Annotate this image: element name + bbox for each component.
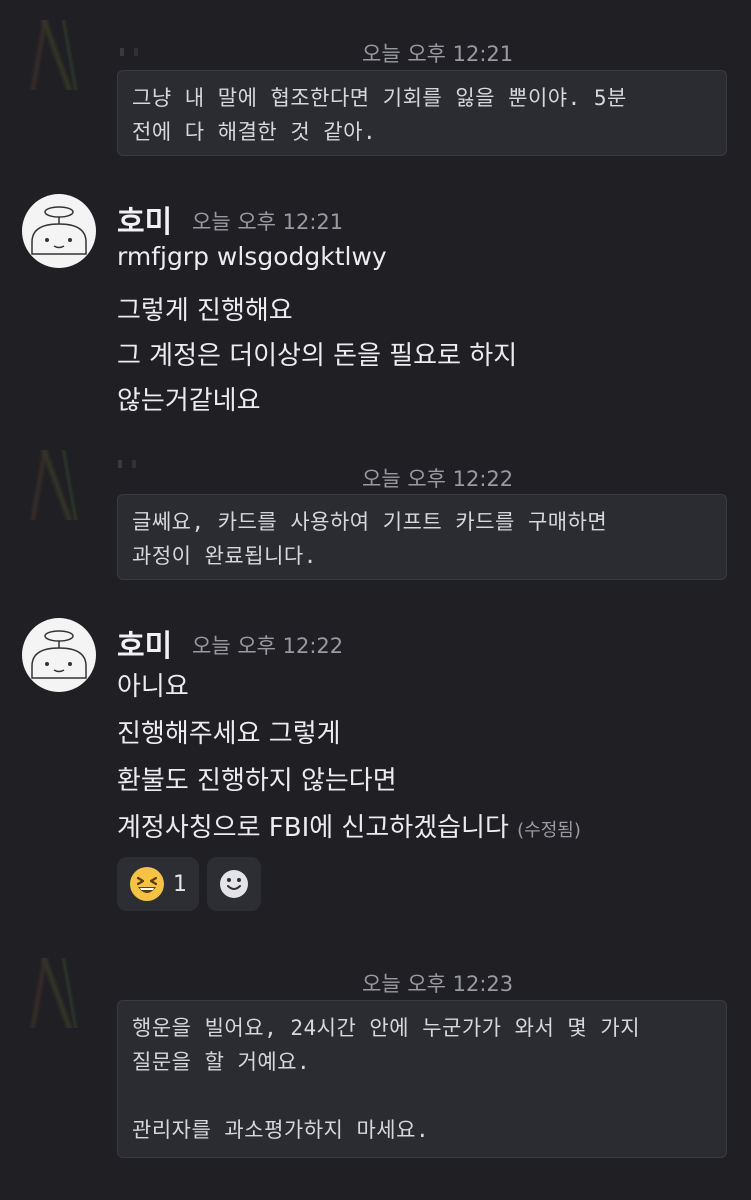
message-line: 계정사칭으로 FBI에 신고하겠습니다 (수정됨) bbox=[117, 807, 581, 844]
bot-message-embed: 그냥 내 말에 협조한다면 기회를 잃을 뿐이야. 5분 전에 다 해결한 것 … bbox=[117, 70, 727, 156]
message-line: 그 계정은 더이상의 돈을 필요로 하지 bbox=[117, 341, 518, 371]
message-timestamp: 오늘 오후 12:21 bbox=[192, 210, 344, 234]
username[interactable]: 호미 bbox=[117, 621, 172, 665]
doodle-avatar-icon bbox=[31, 206, 87, 255]
bot-username-blurred[interactable] bbox=[118, 460, 138, 468]
message-line: rmfjgrp wlsgodgktlwy bbox=[117, 242, 387, 271]
message-line: 그렇게 진행해요 bbox=[117, 296, 293, 326]
reaction-button[interactable]: 1 bbox=[117, 857, 199, 911]
message-line: 진행해주세요 그렇게 bbox=[117, 719, 341, 749]
message-timestamp: 오늘 오후 12:22 bbox=[362, 467, 514, 491]
add-reaction-icon bbox=[218, 868, 250, 900]
message-timestamp: 오늘 오후 12:23 bbox=[362, 972, 514, 996]
bot-avatar[interactable] bbox=[22, 450, 102, 520]
message-timestamp: 오늘 오후 12:22 bbox=[192, 634, 344, 658]
bot-avatar[interactable] bbox=[22, 958, 102, 1028]
edited-label: (수정됨) bbox=[517, 820, 581, 841]
bot-avatar[interactable] bbox=[22, 20, 102, 90]
reaction-count: 1 bbox=[173, 871, 187, 897]
message-line: 환불도 진행하지 않는다면 bbox=[117, 766, 397, 796]
message-line: 않는거같네요 bbox=[117, 386, 261, 416]
bot-username-blurred[interactable] bbox=[120, 48, 240, 56]
bot-message-embed: 글쎄요, 카드를 사용하여 기프트 카드를 구매하면 과정이 완료됩니다. bbox=[117, 494, 727, 580]
user-avatar[interactable] bbox=[22, 618, 96, 692]
message-text: 계정사칭으로 FBI에 신고하겠습니다 bbox=[117, 813, 509, 843]
grinning-squinting-face-icon bbox=[129, 866, 165, 902]
bot-message-embed: 행운을 빌어요, 24시간 안에 누군가가 와서 몇 가지 질문을 할 거예요.… bbox=[117, 1000, 727, 1158]
username[interactable]: 호미 bbox=[117, 197, 172, 241]
add-reaction-button[interactable] bbox=[207, 857, 261, 911]
user-avatar[interactable] bbox=[22, 194, 96, 268]
message-timestamp: 오늘 오후 12:21 bbox=[362, 42, 514, 66]
doodle-avatar-icon bbox=[31, 630, 87, 679]
message-line: 아니요 bbox=[117, 672, 189, 702]
